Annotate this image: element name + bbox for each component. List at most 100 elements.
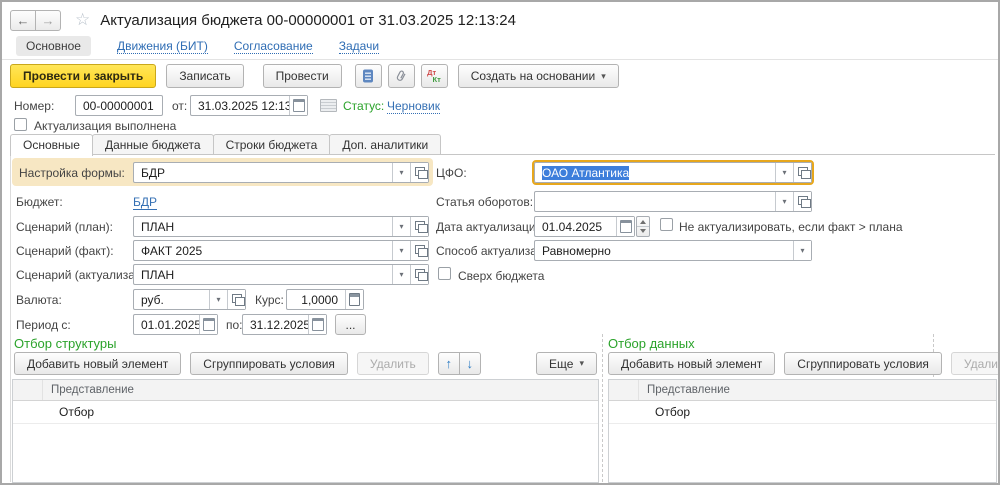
actualization-done-label: Актуализация выполнена: [34, 119, 176, 133]
calendar-button[interactable]: [616, 217, 634, 236]
document-window: ← → ☆ Актуализация бюджета 00-00000001 о…: [0, 0, 1000, 485]
choose-button[interactable]: [793, 163, 811, 182]
period-from-field[interactable]: 01.01.2025: [133, 314, 218, 335]
nav-tab-approval[interactable]: Согласование: [234, 39, 313, 54]
dropdown-button[interactable]: ▾: [392, 163, 410, 182]
choose-button[interactable]: [410, 163, 428, 182]
data-group-button[interactable]: Сгруппировать условия: [784, 352, 942, 375]
status-value-link[interactable]: Черновик: [387, 99, 440, 114]
report-icon: [362, 69, 374, 83]
act-method-field[interactable]: Равномерно ▾: [534, 240, 812, 261]
act-date-spinner[interactable]: [636, 216, 650, 237]
move-up-button[interactable]: ↑: [438, 352, 460, 375]
period-to-field[interactable]: 31.12.2025: [242, 314, 327, 335]
over-budget-checkbox[interactable]: [438, 267, 451, 280]
move-down-button[interactable]: ↓: [459, 352, 481, 375]
calendar-icon: [312, 318, 324, 331]
period-label: Период с:: [16, 318, 71, 332]
dropdown-button[interactable]: ▾: [209, 290, 227, 309]
data-filter-toolbar: Добавить новый элемент Сгруппировать усл…: [608, 352, 997, 375]
calendar-button[interactable]: [199, 315, 217, 334]
table-row[interactable]: Отбор: [13, 401, 598, 424]
budget-label: Бюджет:: [16, 195, 63, 209]
data-add-button[interactable]: Добавить новый элемент: [608, 352, 775, 375]
structure-filter-title: Отбор структуры: [14, 336, 116, 351]
nav-tab-tasks[interactable]: Задачи: [339, 39, 379, 54]
act-date-field[interactable]: 01.04.2025: [534, 216, 635, 237]
write-button[interactable]: Записать: [166, 64, 243, 88]
choose-icon: [798, 167, 808, 176]
actualization-done-checkbox[interactable]: [14, 118, 27, 131]
spin-down-icon[interactable]: [637, 227, 649, 236]
register-records-button[interactable]: [355, 64, 382, 88]
choose-button[interactable]: [227, 290, 245, 309]
chevron-down-icon: ▾: [579, 358, 584, 369]
calculator-button[interactable]: [345, 290, 363, 309]
turnover-item-field[interactable]: ▾: [534, 191, 812, 212]
structure-delete-button[interactable]: Удалить: [357, 352, 429, 375]
date-label: от:: [172, 99, 187, 113]
nav-tab-movements[interactable]: Движения (БИТ): [117, 39, 208, 54]
number-field[interactable]: 00-00000001: [75, 95, 163, 116]
period-ellipsis-button[interactable]: ...: [335, 314, 366, 335]
cfo-label: ЦФО:: [436, 166, 467, 180]
back-button[interactable]: ←: [10, 10, 36, 31]
chevron-down-icon: ▾: [216, 295, 220, 304]
nav-tab-main[interactable]: Основное: [16, 36, 91, 56]
tab-budget-rows[interactable]: Строки бюджета: [213, 134, 331, 154]
dropdown-button[interactable]: ▾: [793, 241, 811, 260]
choose-button[interactable]: [410, 265, 428, 284]
calendar-button[interactable]: [308, 315, 326, 334]
scenario-act-field[interactable]: ПЛАН ▾: [133, 264, 429, 285]
form-setting-field[interactable]: БДР ▾: [133, 162, 429, 183]
tab-extra-analytics[interactable]: Доп. аналитики: [329, 134, 441, 154]
back-arrow-icon: ←: [17, 13, 30, 28]
structure-more-button[interactable]: Еще ▾: [536, 352, 597, 375]
currency-field[interactable]: руб. ▾: [133, 289, 246, 310]
spin-up-icon[interactable]: [637, 217, 649, 227]
dropdown-button[interactable]: ▾: [392, 217, 410, 236]
chevron-down-icon: ▾: [399, 246, 403, 255]
budget-link[interactable]: БДР: [133, 195, 157, 210]
open-list-button[interactable]: [320, 99, 337, 112]
create-based-on-button[interactable]: Создать на основании ▾: [458, 64, 619, 88]
chevron-down-icon: ▾: [601, 71, 606, 82]
chevron-down-icon: ▾: [399, 168, 403, 177]
choose-button[interactable]: [410, 241, 428, 260]
calendar-button[interactable]: [289, 96, 307, 115]
form-tabstrip: Основные Данные бюджета Строки бюджета Д…: [10, 134, 440, 155]
dropdown-button[interactable]: ▾: [775, 163, 793, 182]
attachments-button[interactable]: [388, 64, 415, 88]
scenario-fact-field[interactable]: ФАКТ 2025 ▾: [133, 240, 429, 261]
rate-label: Курс:: [255, 293, 284, 307]
arrow-up-icon: ↑: [446, 356, 453, 371]
table-row[interactable]: Отбор: [609, 401, 996, 424]
post-button[interactable]: Провести: [263, 64, 342, 88]
forward-button[interactable]: →: [35, 10, 61, 31]
post-and-close-button[interactable]: Провести и закрыть: [10, 64, 156, 88]
dropdown-button[interactable]: ▾: [392, 265, 410, 284]
cfo-field[interactable]: ОАО Атлантика ▾: [534, 162, 812, 183]
scenario-plan-field[interactable]: ПЛАН ▾: [133, 216, 429, 237]
rate-field[interactable]: 1,0000: [286, 289, 364, 310]
choose-button[interactable]: [410, 217, 428, 236]
data-delete-button[interactable]: Удалить: [951, 352, 1000, 375]
choose-button[interactable]: [793, 192, 811, 211]
document-date-field[interactable]: 31.03.2025 12:13:24: [190, 95, 308, 116]
over-budget-label: Сверх бюджета: [458, 269, 544, 283]
dt-kt-button[interactable]: Дт Кт: [421, 64, 448, 88]
dropdown-button[interactable]: ▾: [775, 192, 793, 211]
structure-add-button[interactable]: Добавить новый элемент: [14, 352, 181, 375]
turnover-item-label: Статья оборотов:: [436, 195, 533, 209]
structure-group-button[interactable]: Сгруппировать условия: [190, 352, 348, 375]
no-actualize-checkbox[interactable]: [660, 218, 673, 231]
tab-budget-data[interactable]: Данные бюджета: [92, 134, 214, 154]
dropdown-button[interactable]: ▾: [392, 241, 410, 260]
sections-splitter[interactable]: [602, 334, 603, 482]
favorite-star-icon[interactable]: ☆: [75, 10, 90, 30]
forward-arrow-icon: →: [42, 13, 55, 28]
tab-main[interactable]: Основные: [10, 134, 93, 156]
choose-icon: [232, 294, 242, 303]
tree-expander-column: [609, 380, 639, 400]
chevron-down-icon: ▾: [399, 270, 403, 279]
